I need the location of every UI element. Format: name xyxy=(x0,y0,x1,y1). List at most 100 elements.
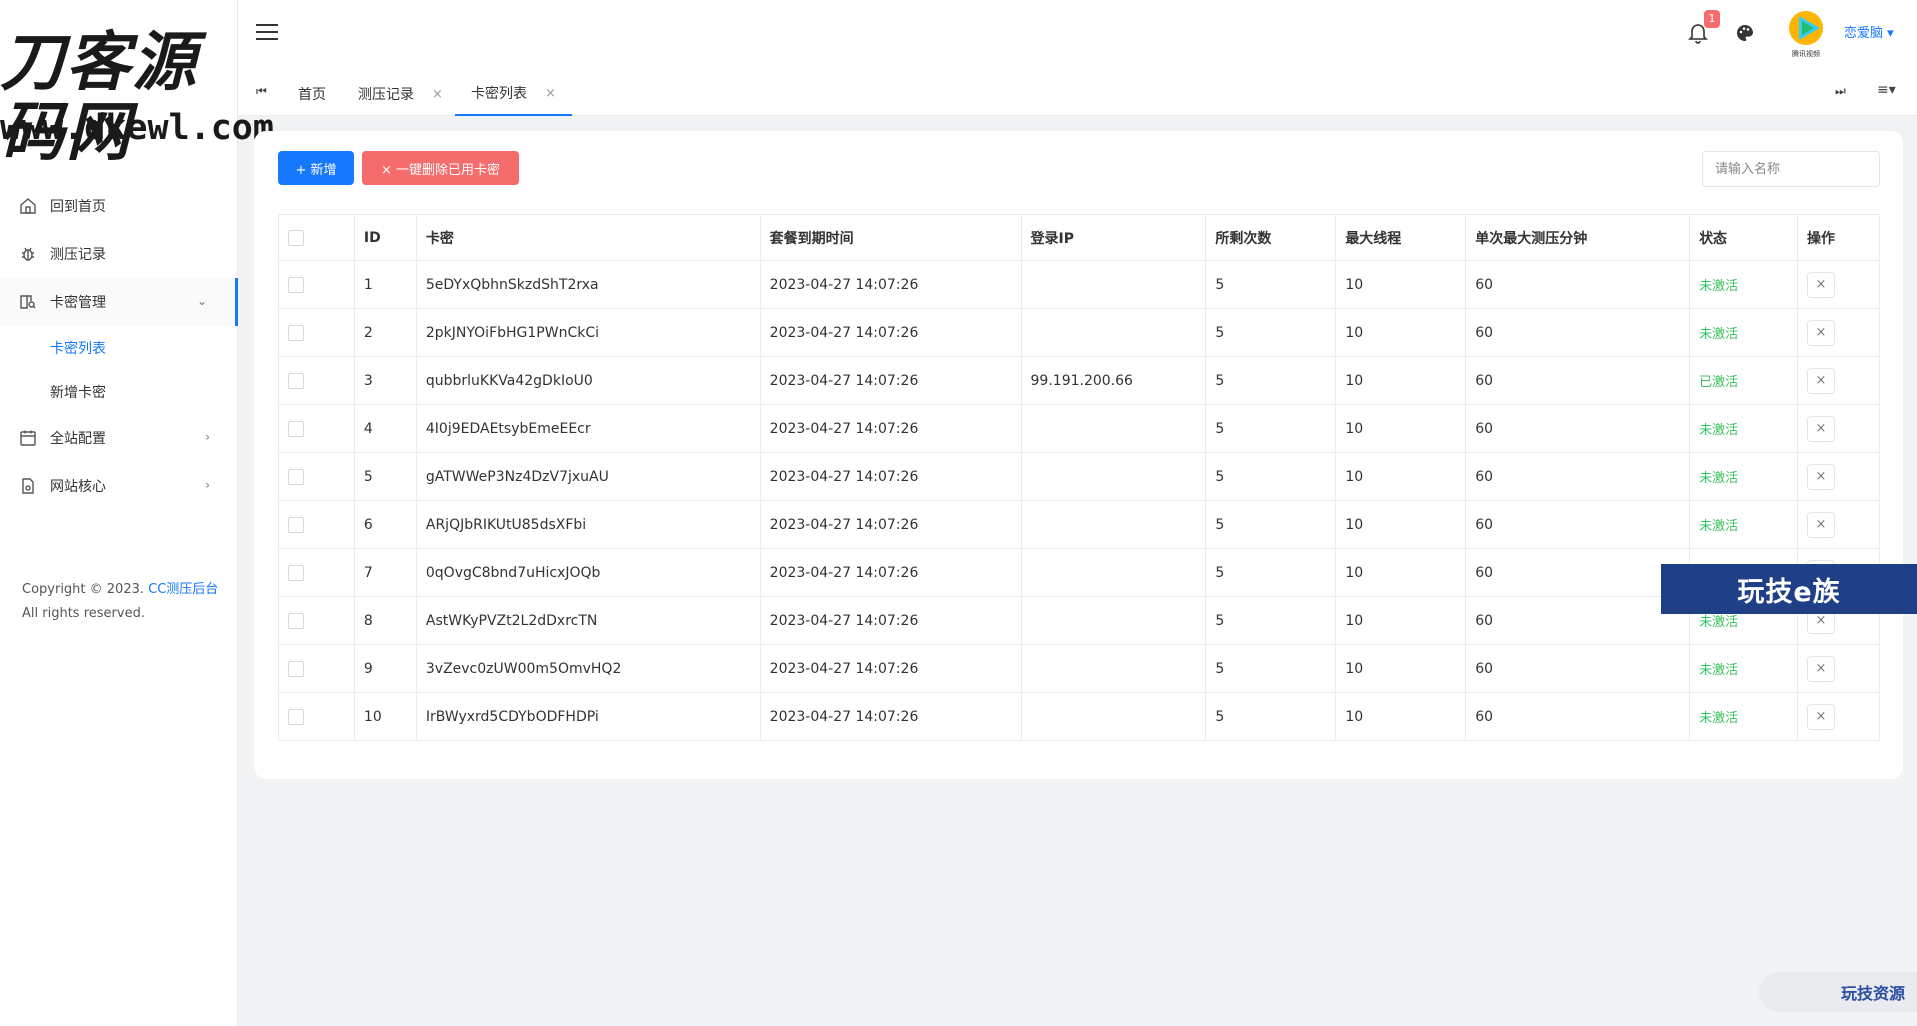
cell-threads: 10 xyxy=(1335,548,1467,597)
delete-row-button[interactable]: × xyxy=(1806,511,1835,538)
card-table: ID 卡密 套餐到期时间 登录IP 所剩次数 最大线程 单次最大测压分钟 状态 … xyxy=(278,214,1881,741)
cell-left: 5 xyxy=(1205,260,1337,309)
sidebar-item-card-management[interactable]: 卡密管理 ⌄ xyxy=(0,278,238,326)
row-checkbox[interactable] xyxy=(288,516,304,533)
tab-label: 卡密列表 xyxy=(471,86,527,102)
delete-row-button[interactable]: × xyxy=(1806,367,1835,394)
cell-minutes: 60 xyxy=(1465,596,1691,645)
cell-threads: 10 xyxy=(1335,644,1467,693)
table-header-row: ID 卡密 套餐到期时间 登录IP 所剩次数 最大线程 单次最大测压分钟 状态 … xyxy=(278,214,1881,261)
cell-key: 3vZevc0zUW00m5OmvHQ2 xyxy=(415,644,761,693)
notification-badge: 1 xyxy=(1704,10,1720,28)
sidebar-item-label: 卡密管理 xyxy=(50,295,106,311)
table-row: 4 4I0j9EDAEtsybEmeEEcr 2023-04-27 14:07:26… xyxy=(278,404,1881,453)
sidebar-item-label: 网站核心 xyxy=(50,479,106,495)
table-row: 6 ARjQJbRIKUtU85dsXFbi 2023-04-27 14:07:26… xyxy=(278,500,1881,549)
delete-row-button[interactable]: × xyxy=(1806,703,1835,730)
table-row: 5 gATWWeP3Nz4DzV7jxuAU 2023-04-27 14:07:26… xyxy=(278,452,1881,501)
chevron-down-icon: ⌄ xyxy=(196,294,207,308)
copyright-link[interactable]: CC测压后台 xyxy=(148,582,218,597)
row-select-cell xyxy=(278,500,355,549)
cell-actions: × xyxy=(1796,500,1881,549)
delete-row-button[interactable]: × xyxy=(1806,463,1835,490)
cell-key: ARjQJbRIKUtU85dsXFbi xyxy=(415,500,761,549)
cell-left: 5 xyxy=(1205,452,1337,501)
column-header: 操作 xyxy=(1796,214,1881,261)
cell-minutes: 60 xyxy=(1465,452,1691,501)
table-row: 8 AstWKyPVZt2L2dDxrcTN 2023-04-27 14:07:26… xyxy=(278,596,1881,645)
tab-records[interactable]: 测压记录 × xyxy=(358,72,443,116)
row-select-cell xyxy=(278,260,355,309)
row-checkbox[interactable] xyxy=(288,708,304,725)
site-logo[interactable]: 刀客源码网 www.dkewl.com xyxy=(0,20,274,168)
select-all-cell xyxy=(278,214,355,261)
palette-icon[interactable] xyxy=(1735,23,1755,43)
tab-card-list[interactable]: 卡密列表 × xyxy=(455,72,572,116)
column-header: 卡密 xyxy=(415,214,761,261)
row-checkbox[interactable] xyxy=(288,372,304,389)
sidebar-item-records[interactable]: 测压记录 xyxy=(0,230,238,278)
row-checkbox[interactable] xyxy=(288,324,304,341)
logo-url: www.dkewl.com xyxy=(0,108,274,148)
sidebar-subitem-add-card[interactable]: 新增卡密 xyxy=(0,370,238,414)
tabs-menu-icon[interactable]: ≡▾ xyxy=(1877,82,1896,98)
cell-id: 7 xyxy=(353,548,417,597)
tabs-scroll-right-icon[interactable]: ⏭ xyxy=(1835,84,1846,99)
user-menu[interactable]: 恋爱脑 ▾ xyxy=(1844,22,1894,41)
column-header: 最大线程 xyxy=(1335,214,1467,261)
row-checkbox[interactable] xyxy=(288,660,304,677)
row-checkbox[interactable] xyxy=(288,420,304,437)
cell-threads: 10 xyxy=(1335,260,1467,309)
delete-row-button[interactable]: × xyxy=(1806,319,1835,346)
delete-used-cards-button[interactable]: × 一键删除已用卡密 xyxy=(362,151,519,185)
chevron-right-icon: › xyxy=(205,430,210,444)
cell-left: 5 xyxy=(1205,356,1337,405)
select-all-checkbox[interactable] xyxy=(288,229,304,246)
cell-minutes: 60 xyxy=(1465,404,1691,453)
cell-actions: × xyxy=(1796,644,1881,693)
row-checkbox[interactable] xyxy=(288,564,304,581)
copyright-rights: All rights reserved. xyxy=(22,606,145,621)
cell-ip xyxy=(1020,596,1207,645)
avatar[interactable]: 腾讯视频 xyxy=(1786,8,1826,58)
cell-minutes: 60 xyxy=(1465,500,1691,549)
delete-row-button[interactable]: × xyxy=(1806,415,1835,442)
cell-status: 已激活 xyxy=(1689,356,1798,405)
delete-row-button[interactable]: × xyxy=(1806,655,1835,682)
calendar-icon xyxy=(18,428,38,448)
add-button[interactable]: + 新增 xyxy=(278,151,354,185)
row-checkbox[interactable] xyxy=(288,276,304,293)
sidebar-item-home[interactable]: 回到首页 xyxy=(0,182,238,230)
close-icon[interactable]: × xyxy=(545,86,556,101)
cell-left: 5 xyxy=(1205,548,1337,597)
sidebar-subitem-card-list[interactable]: 卡密列表 xyxy=(0,326,238,370)
cell-ip xyxy=(1020,692,1207,741)
sidebar-item-site-core[interactable]: 网站核心 › xyxy=(0,462,238,510)
row-checkbox[interactable] xyxy=(288,468,304,485)
cell-status: 未激活 xyxy=(1689,692,1798,741)
cell-status: 未激活 xyxy=(1689,452,1798,501)
tabs-scroll-left-icon[interactable]: ⏮ xyxy=(256,84,267,99)
close-icon[interactable]: × xyxy=(432,87,443,102)
row-checkbox[interactable] xyxy=(288,612,304,629)
menu-toggle-icon[interactable] xyxy=(256,24,278,42)
bug-icon xyxy=(18,244,38,264)
sidebar-item-label: 回到首页 xyxy=(50,199,106,215)
cell-expire: 2023-04-27 14:07:26 xyxy=(759,452,1022,501)
delete-row-button[interactable]: × xyxy=(1806,271,1835,298)
cell-key: 0qOvgC8bnd7uHicxJOQb xyxy=(415,548,761,597)
cell-minutes: 60 xyxy=(1465,644,1691,693)
tab-label: 测压记录 xyxy=(358,87,414,103)
cell-actions: × xyxy=(1796,452,1881,501)
cell-id: 2 xyxy=(353,308,417,357)
status-badge: 未激活 xyxy=(1699,519,1739,534)
search-input[interactable] xyxy=(1702,151,1880,187)
cell-ip xyxy=(1020,260,1207,309)
sidebar-item-site-config[interactable]: 全站配置 › xyxy=(0,414,238,462)
status-badge: 未激活 xyxy=(1699,711,1739,726)
status-badge: 未激活 xyxy=(1699,663,1739,678)
cell-key: AstWKyPVZt2L2dDxrcTN xyxy=(415,596,761,645)
watermark-banner: 玩技e族 xyxy=(1661,564,1917,614)
cell-expire: 2023-04-27 14:07:26 xyxy=(759,548,1022,597)
tab-home[interactable]: 首页 xyxy=(298,72,326,116)
